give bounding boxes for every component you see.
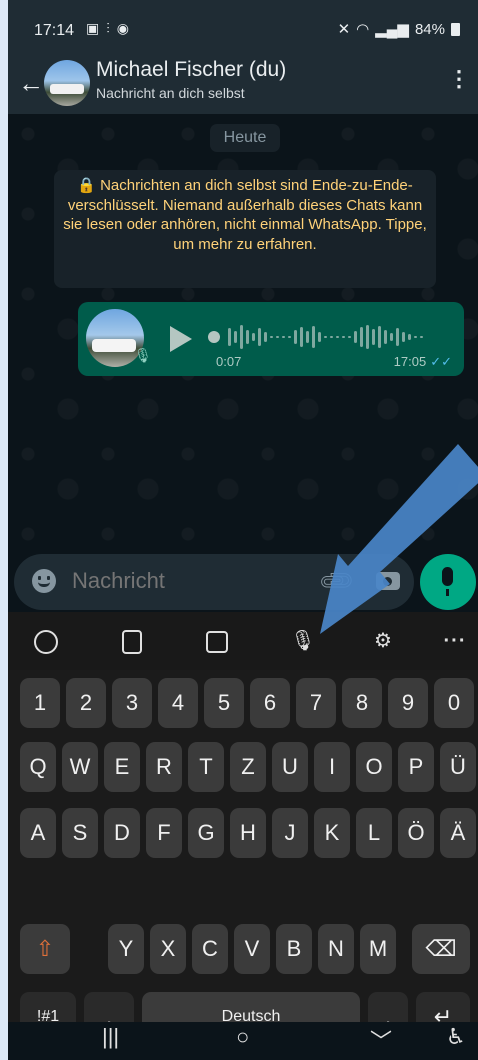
settings-gear-icon[interactable]: ⚙ <box>370 628 396 654</box>
key-w[interactable]: W <box>62 742 98 792</box>
encryption-notice[interactable]: 🔒 Nachrichten an dich selbst sind Ende-z… <box>54 170 436 288</box>
key-p[interactable]: P <box>398 742 434 792</box>
key-d[interactable]: D <box>104 808 140 858</box>
key-j[interactable]: J <box>272 808 308 858</box>
contact-subtitle: Nachricht an dich selbst <box>96 85 245 101</box>
phone-screen: 17:14 ▣ ⫶ ◉ ✕ ◠ ▂▄▆ 84% ← Michael Fische… <box>8 0 478 1060</box>
backspace-icon: ⌫ <box>425 936 457 961</box>
key-a[interactable]: A <box>20 808 56 858</box>
date-chip: Heute <box>210 124 280 152</box>
key-f[interactable]: F <box>146 808 182 858</box>
composer-row: 📎︎ <box>8 554 478 610</box>
key-8[interactable]: 8 <box>342 678 382 728</box>
signal-icon: ▂▄▆ <box>375 21 409 38</box>
key-ü[interactable]: Ü <box>440 742 476 792</box>
back-chevron-icon[interactable]: ﹀ <box>370 1024 392 1056</box>
key-4[interactable]: 4 <box>158 678 198 728</box>
read-ticks-icon: ✓✓ <box>430 354 452 369</box>
whatsapp-icon: ◉ <box>116 20 129 36</box>
chat-area: Heute 🔒 Nachrichten an dich selbst sind … <box>8 114 478 554</box>
key-c[interactable]: C <box>192 924 228 974</box>
voice-message-bubble[interactable]: 🎙 0:07 17:05 ✓✓ <box>78 302 464 376</box>
emoji-icon[interactable] <box>32 569 56 593</box>
voice-input-icon[interactable]: 🎙︎ <box>290 628 316 654</box>
key-g[interactable]: G <box>188 808 224 858</box>
mic-icon: 🎙 <box>134 347 152 363</box>
more-tools-icon[interactable]: ··· <box>442 628 468 654</box>
key-h[interactable]: H <box>230 808 266 858</box>
key-1[interactable]: 1 <box>20 678 60 728</box>
recent-apps-icon[interactable]: ||| <box>102 1024 119 1050</box>
camera-icon[interactable] <box>376 572 400 590</box>
avatar[interactable] <box>44 60 90 106</box>
keyboard-mode-icon[interactable] <box>206 631 228 653</box>
key-0[interactable]: 0 <box>434 678 474 728</box>
battery-level: 84% <box>414 20 445 38</box>
key-2[interactable]: 2 <box>66 678 106 728</box>
key-ä[interactable]: Ä <box>440 808 476 858</box>
gallery-icon: ▣ <box>86 20 100 36</box>
shift-icon: ⇧ <box>35 936 55 961</box>
play-icon[interactable] <box>170 326 192 352</box>
key-5[interactable]: 5 <box>204 678 244 728</box>
key-q[interactable]: Q <box>20 742 56 792</box>
key-ö[interactable]: Ö <box>398 808 434 858</box>
backspace-key[interactable]: ⌫ <box>412 924 470 974</box>
key-6[interactable]: 6 <box>250 678 290 728</box>
chat-header: ← Michael Fischer (du) Nachricht an dich… <box>8 58 478 114</box>
attachment-icon[interactable]: 📎︎ <box>316 560 358 602</box>
key-t[interactable]: T <box>188 742 224 792</box>
key-s[interactable]: S <box>62 808 98 858</box>
status-time: 17:14 <box>34 22 75 39</box>
status-bar: 17:14 ▣ ⫶ ◉ ✕ ◠ ▂▄▆ 84% <box>8 0 478 58</box>
clipboard-icon[interactable] <box>122 630 142 654</box>
key-e[interactable]: E <box>104 742 140 792</box>
key-i[interactable]: I <box>314 742 350 792</box>
accessibility-icon[interactable]: ♿︎ <box>446 1024 466 1050</box>
voice-record-button[interactable] <box>420 554 476 610</box>
system-nav-bar: ||| ○ ﹀ ♿︎ <box>8 1022 478 1060</box>
key-l[interactable]: L <box>356 808 392 858</box>
key-u[interactable]: U <box>272 742 308 792</box>
keyboard: ⇧ ⌫ !#1 , Deutsch . ↵ 1234567890QWERTZUI… <box>8 670 478 1042</box>
key-b[interactable]: B <box>276 924 312 974</box>
key-y[interactable]: Y <box>108 924 144 974</box>
key-3[interactable]: 3 <box>112 678 152 728</box>
key-o[interactable]: O <box>356 742 392 792</box>
key-r[interactable]: R <box>146 742 182 792</box>
mute-icon: ✕ <box>337 21 351 38</box>
key-7[interactable]: 7 <box>296 678 336 728</box>
keyboard-emoji-icon[interactable] <box>34 630 58 654</box>
contact-name[interactable]: Michael Fischer (du) <box>96 58 286 82</box>
voice-duration: 0:07 <box>216 354 242 369</box>
microphone-icon <box>442 567 453 596</box>
key-9[interactable]: 9 <box>388 678 428 728</box>
waveform[interactable] <box>208 322 448 352</box>
more-options-icon[interactable]: ⋮ <box>448 66 470 92</box>
message-input[interactable] <box>72 568 302 594</box>
key-k[interactable]: K <box>314 808 350 858</box>
keyboard-toolbar: 🎙︎ ⚙ ··· <box>8 612 478 670</box>
key-n[interactable]: N <box>318 924 354 974</box>
voice-icon: ⫶ <box>106 20 110 36</box>
message-time: 17:05 ✓✓ <box>393 354 452 369</box>
key-m[interactable]: M <box>360 924 396 974</box>
key-x[interactable]: X <box>150 924 186 974</box>
message-composer: 📎︎ <box>14 554 414 610</box>
back-arrow-icon[interactable]: ← <box>18 68 44 99</box>
wifi-icon: ◠ <box>356 21 370 38</box>
battery-icon <box>451 22 460 36</box>
shift-key[interactable]: ⇧ <box>20 924 70 974</box>
key-z[interactable]: Z <box>230 742 266 792</box>
home-icon[interactable]: ○ <box>236 1024 249 1050</box>
key-v[interactable]: V <box>234 924 270 974</box>
